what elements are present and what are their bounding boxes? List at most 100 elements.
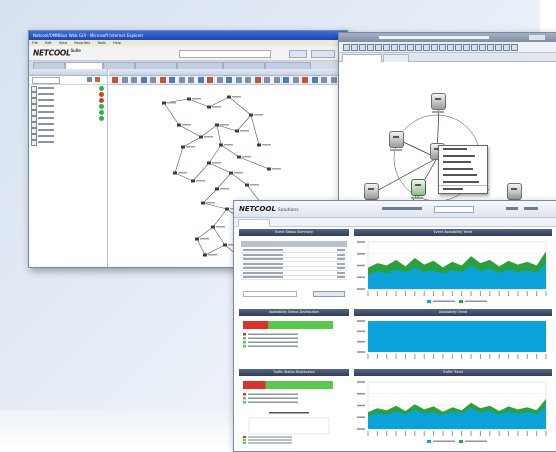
toolbar-icon[interactable] [415,44,422,51]
toolbar-icon[interactable] [321,77,327,83]
dashboard-help-link[interactable] [506,207,518,210]
context-menu-item[interactable] [439,185,487,193]
toolbar-icon[interactable] [391,44,398,51]
topology-node [195,237,199,241]
dashboard-tab[interactable] [238,219,270,227]
tree-node[interactable] [29,139,107,146]
y-tick-label [357,320,365,322]
toolbar-icon[interactable] [112,77,118,83]
x-tick-label [489,431,491,436]
toolbar-icon[interactable] [216,77,223,83]
legend-swatch [427,300,431,303]
toolbar-icon[interactable] [423,44,430,51]
toolbar-icon[interactable] [351,44,358,51]
toolbar-icon[interactable] [407,44,414,51]
toolbar-icon[interactable] [302,77,308,83]
menu-edit[interactable]: Edit [45,41,52,45]
toolbar-icon[interactable] [330,77,337,83]
menu-view[interactable]: View [59,41,67,45]
legend-label [248,333,298,335]
toolbar-icon[interactable] [311,77,318,83]
network-tree-pane [29,69,108,267]
device-tab-2[interactable] [383,54,409,62]
menu-file[interactable]: File [32,41,38,45]
toolbar-icon[interactable] [264,77,270,83]
toolbar-icon[interactable] [131,77,137,83]
topology-node-label [200,238,209,240]
device-router-left[interactable] [389,131,404,148]
legend-label [248,337,298,339]
dashboard-period-select[interactable] [434,206,474,213]
toolbar-icon[interactable] [471,44,478,51]
toolbar-icon[interactable] [254,77,261,83]
table-row[interactable] [241,275,347,280]
toolbar-icon[interactable] [292,77,299,83]
toolbar-icon[interactable] [273,77,280,83]
device-router-right[interactable] [507,183,522,200]
status-bar-critical [243,321,269,329]
menu-tools[interactable]: Tools [97,41,106,45]
toolbar-icon[interactable] [503,44,510,51]
device-label-top [432,111,444,113]
tree-stop-icon[interactable] [95,77,100,82]
y-tick-label [357,241,365,243]
toolbar-icon[interactable] [495,44,502,51]
device-tab-1[interactable] [342,54,382,62]
toolbar-icon[interactable] [283,77,289,83]
toolbar-icon[interactable] [399,44,406,51]
toolbar-icon[interactable] [235,77,242,83]
topology-link [212,226,226,246]
toolbar-icon[interactable] [463,44,470,51]
topology-link [174,172,194,182]
help-button[interactable] [311,50,335,58]
toolbar-icon[interactable] [375,44,382,51]
toolbar-icon[interactable] [487,44,494,51]
toolbar-icon[interactable] [207,77,213,83]
toolbar-icon[interactable] [188,77,194,83]
toolbar-icon[interactable] [431,44,438,51]
dashboard-logout-link[interactable] [524,207,538,210]
device-router-top[interactable] [431,93,446,110]
tree-refresh-icon[interactable] [87,77,92,82]
toolbar-icon[interactable] [367,44,374,51]
logout-button[interactable] [289,50,307,58]
topology-link [216,124,238,132]
topology-link [230,172,248,186]
toolbar-icon[interactable] [439,44,446,51]
toolbar-icon[interactable] [479,44,486,51]
topology-node-label [240,130,249,132]
apply-button[interactable] [313,291,345,297]
device-window-close-button[interactable] [529,35,545,40]
x-tick-label [526,431,528,436]
toolbar-icon[interactable] [343,44,350,51]
device-router-bottom-left[interactable] [364,183,379,200]
legend-swatch [243,333,246,336]
toolbar-icon[interactable] [511,44,518,51]
toolbar-icon[interactable] [121,77,128,83]
device-switch-center[interactable] [411,179,426,196]
traffic-status-bar [243,381,333,444]
toolbar-icon[interactable] [140,77,147,83]
toolbar-icon[interactable] [150,77,156,83]
toolbar-icon[interactable] [178,77,185,83]
y-tick-label [357,264,365,267]
toolbar-icon[interactable] [159,77,166,83]
toolbar-icon[interactable] [245,77,251,83]
toolbar-icon[interactable] [169,77,175,83]
toolbar-icon[interactable] [226,77,232,83]
legend-label [433,440,455,442]
view-select[interactable] [179,50,271,58]
x-tick-label [404,431,406,436]
toolbar-icon[interactable] [197,77,204,83]
toolbar-icon[interactable] [383,44,390,51]
tree-filter-select[interactable] [32,77,60,84]
toolbar-icon[interactable] [359,44,366,51]
menu-favorites[interactable]: Favorites [74,41,90,45]
menu-help[interactable]: Help [113,41,121,45]
toolbar-icon[interactable] [447,44,454,51]
expand-icon[interactable] [31,140,37,146]
toolbar-icon[interactable] [455,44,462,51]
topology-node [219,143,223,147]
x-tick-label [498,291,500,296]
filter-input[interactable] [243,291,297,297]
